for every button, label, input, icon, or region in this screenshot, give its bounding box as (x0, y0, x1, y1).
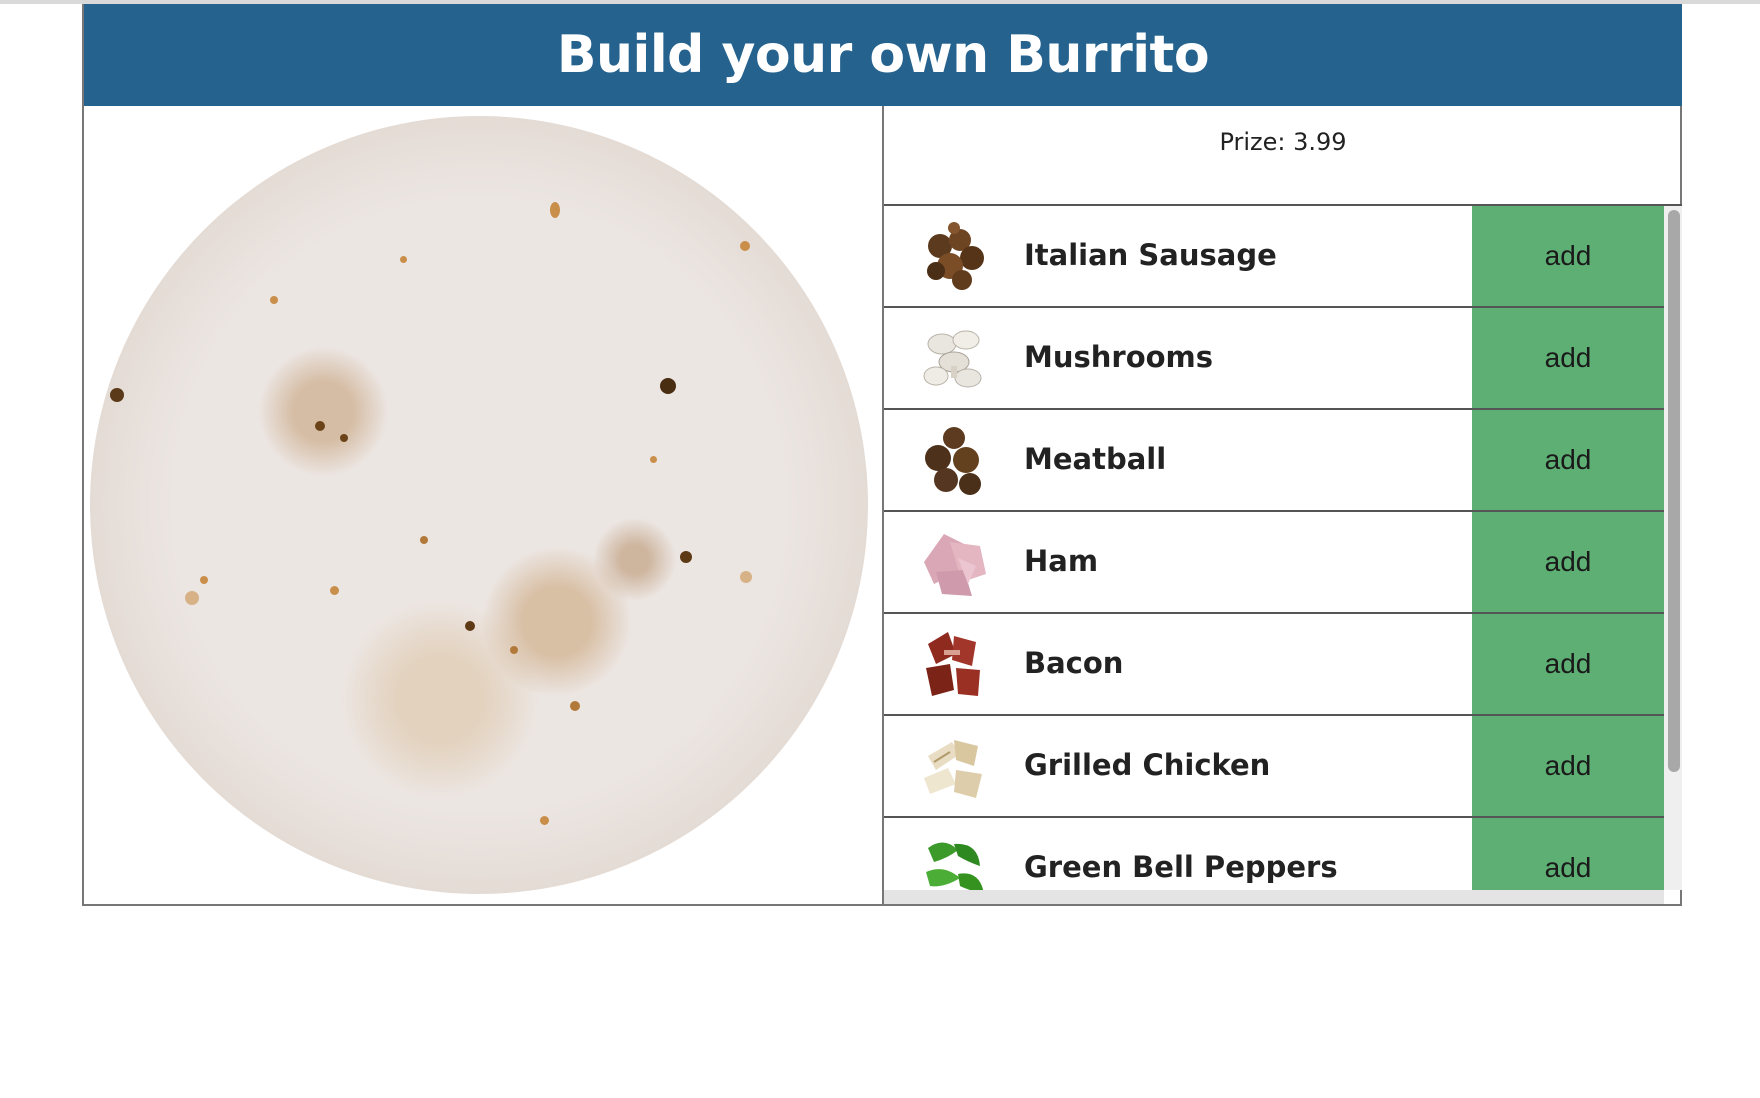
list-item: Italian Sausage add (884, 206, 1664, 308)
burrito-builder: Build your own Burrito Prize: 3.99 Itali… (82, 4, 1682, 906)
ingredient-pane: Prize: 3.99 Italian Sausage add Mushroom… (884, 106, 1682, 904)
bacon-icon (926, 632, 980, 696)
sausage-icon (927, 222, 984, 290)
price-display: Prize: 3.99 (884, 106, 1682, 206)
ham-icon (924, 534, 986, 596)
add-grilled-chicken-button[interactable]: add (1472, 716, 1664, 816)
list-item: Green Bell Peppers add (884, 818, 1664, 890)
meatball-icon (925, 427, 981, 495)
vertical-scrollbar-thumb[interactable] (1668, 210, 1680, 772)
list-item: Meatball add (884, 410, 1664, 512)
add-mushrooms-button[interactable]: add (1472, 308, 1664, 408)
ingredient-name: Green Bell Peppers (1024, 850, 1338, 884)
ingredient-name: Mushrooms (1024, 340, 1214, 374)
tortilla-image (90, 116, 868, 894)
list-item: Bacon add (884, 614, 1664, 716)
mushroom-icon (923, 330, 982, 388)
chicken-icon (924, 740, 982, 798)
ingredient-name: Bacon (1024, 646, 1124, 680)
add-meatball-button[interactable]: add (1472, 410, 1664, 510)
add-italian-sausage-button[interactable]: add (1472, 206, 1664, 306)
ingredient-name: Ham (1024, 544, 1099, 578)
burrito-preview-pane (84, 106, 884, 904)
ingredient-name: Meatball (1024, 442, 1167, 476)
ingredient-name: Grilled Chicken (1024, 748, 1271, 782)
list-item: Grilled Chicken add (884, 716, 1664, 818)
add-bacon-button[interactable]: add (1472, 614, 1664, 714)
list-item: Mushrooms add (884, 308, 1664, 410)
horizontal-scrollbar[interactable] (884, 890, 1664, 904)
add-ham-button[interactable]: add (1472, 512, 1664, 612)
ingredient-list: Italian Sausage add Mushrooms add Meatba… (884, 206, 1684, 890)
add-green-bell-peppers-button[interactable]: add (1472, 818, 1664, 890)
pepper-icon (926, 842, 984, 890)
list-item: Ham add (884, 512, 1664, 614)
price-label: Prize: 3.99 (1219, 128, 1347, 156)
ingredient-name: Italian Sausage (1024, 238, 1277, 272)
vertical-scrollbar[interactable] (1664, 206, 1682, 890)
page-title: Build your own Burrito (84, 4, 1682, 106)
